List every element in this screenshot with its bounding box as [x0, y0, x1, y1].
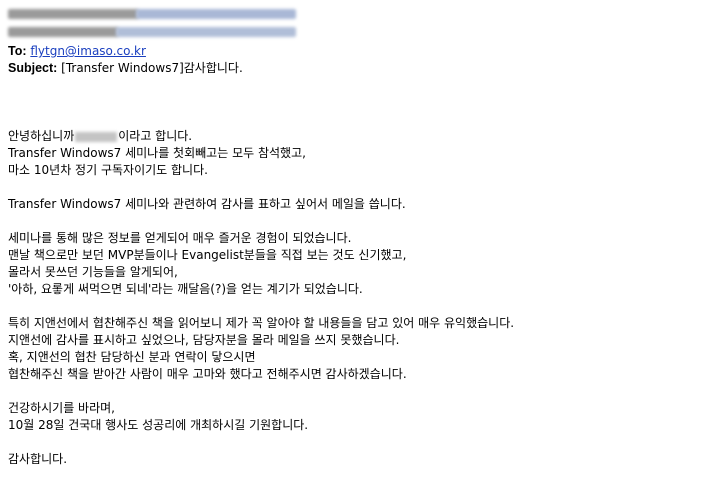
- body-line: 혹, 지앤선의 협찬 담당하신 분과 연락이 닿으시면: [8, 350, 256, 364]
- redacted-sent-date: [116, 27, 296, 37]
- redacted-from-address: [136, 9, 296, 19]
- body-line: 특히 지앤선에서 협찬해주신 책을 읽어보니 제가 꼭 알아야 할 내용들을 담…: [8, 316, 515, 330]
- to-line: To: flytgn@imaso.co.kr: [8, 43, 146, 59]
- subject-label: Subject:: [8, 61, 58, 75]
- body-line: 지앤선에 감사를 표시하고 싶었으나, 담당자분을 몰라 메일을 쓰지 못했습니…: [8, 333, 400, 347]
- redacted-name: [75, 131, 118, 142]
- greeting-suffix: 이라고 합니다.: [118, 129, 193, 143]
- paragraph-closing: 감사합니다.: [8, 451, 712, 468]
- to-email-link[interactable]: flytgn@imaso.co.kr: [30, 44, 146, 58]
- greeting-prefix: 안녕하십니까: [8, 129, 75, 143]
- paragraph-wishes: 건강하시기를 바라며, 10월 28일 건국대 행사도 성공리에 개최하시길 기…: [8, 400, 712, 434]
- closing-line: 감사합니다.: [8, 452, 68, 466]
- body-line: 마소 10년차 정기 구독자이기도 합니다.: [8, 163, 208, 177]
- redacted-from-field: [8, 9, 138, 19]
- email-body: 안녕하십니까 이라고 합니다. Transfer Windows7 세미나를 첫회…: [8, 128, 712, 485]
- body-line: 10월 28일 건국대 행사도 성공리에 개최하시길 기원합니다.: [8, 418, 309, 432]
- body-line: Transfer Windows7 세미나와 관련하여 감사를 표하고 싶어서 …: [8, 197, 406, 211]
- body-line: 몰라서 못쓰던 기능들을 알게되어,: [8, 265, 178, 279]
- greeting-line: 안녕하십니까 이라고 합니다.: [8, 128, 712, 145]
- subject-text: [Transfer Windows7]감사합니다.: [61, 61, 243, 75]
- body-line: 건강하시기를 바라며,: [8, 401, 115, 415]
- to-label: To:: [8, 44, 27, 58]
- redacted-sent-field: [8, 27, 118, 37]
- body-line: 맨날 책으로만 보던 MVP분들이나 Evangelist분들을 직접 보는 것…: [8, 248, 407, 262]
- body-line: 협찬해주신 책을 받아간 사람이 매우 고마와 했다고 전해주시면 감사하겠습니…: [8, 367, 407, 381]
- email-message: To: flytgn@imaso.co.kr Subject: [Transfe…: [8, 0, 712, 466]
- subject-line: Subject: [Transfer Windows7]감사합니다.: [8, 60, 243, 76]
- body-line: Transfer Windows7 세미나를 첫회빼고는 모두 참석했고,: [8, 146, 306, 160]
- paragraph-sponsor: 특히 지앤선에서 협찬해주신 책을 읽어보니 제가 꼭 알아야 할 내용들을 담…: [8, 315, 712, 383]
- paragraph-intro: 안녕하십니까 이라고 합니다. Transfer Windows7 세미나를 첫회…: [8, 128, 712, 179]
- redacted-header: [8, 0, 712, 42]
- body-line: '아하, 요롷게 써먹으면 되네'라는 깨달음(?)을 얻는 계기가 되었습니다…: [8, 282, 363, 296]
- paragraph-purpose: Transfer Windows7 세미나와 관련하여 감사를 표하고 싶어서 …: [8, 196, 712, 213]
- body-line: 세미나를 통해 많은 정보를 얻게되어 매우 즐거운 경험이 되었습니다.: [8, 231, 352, 245]
- paragraph-experience: 세미나를 통해 많은 정보를 얻게되어 매우 즐거운 경험이 되었습니다. 맨날…: [8, 230, 712, 298]
